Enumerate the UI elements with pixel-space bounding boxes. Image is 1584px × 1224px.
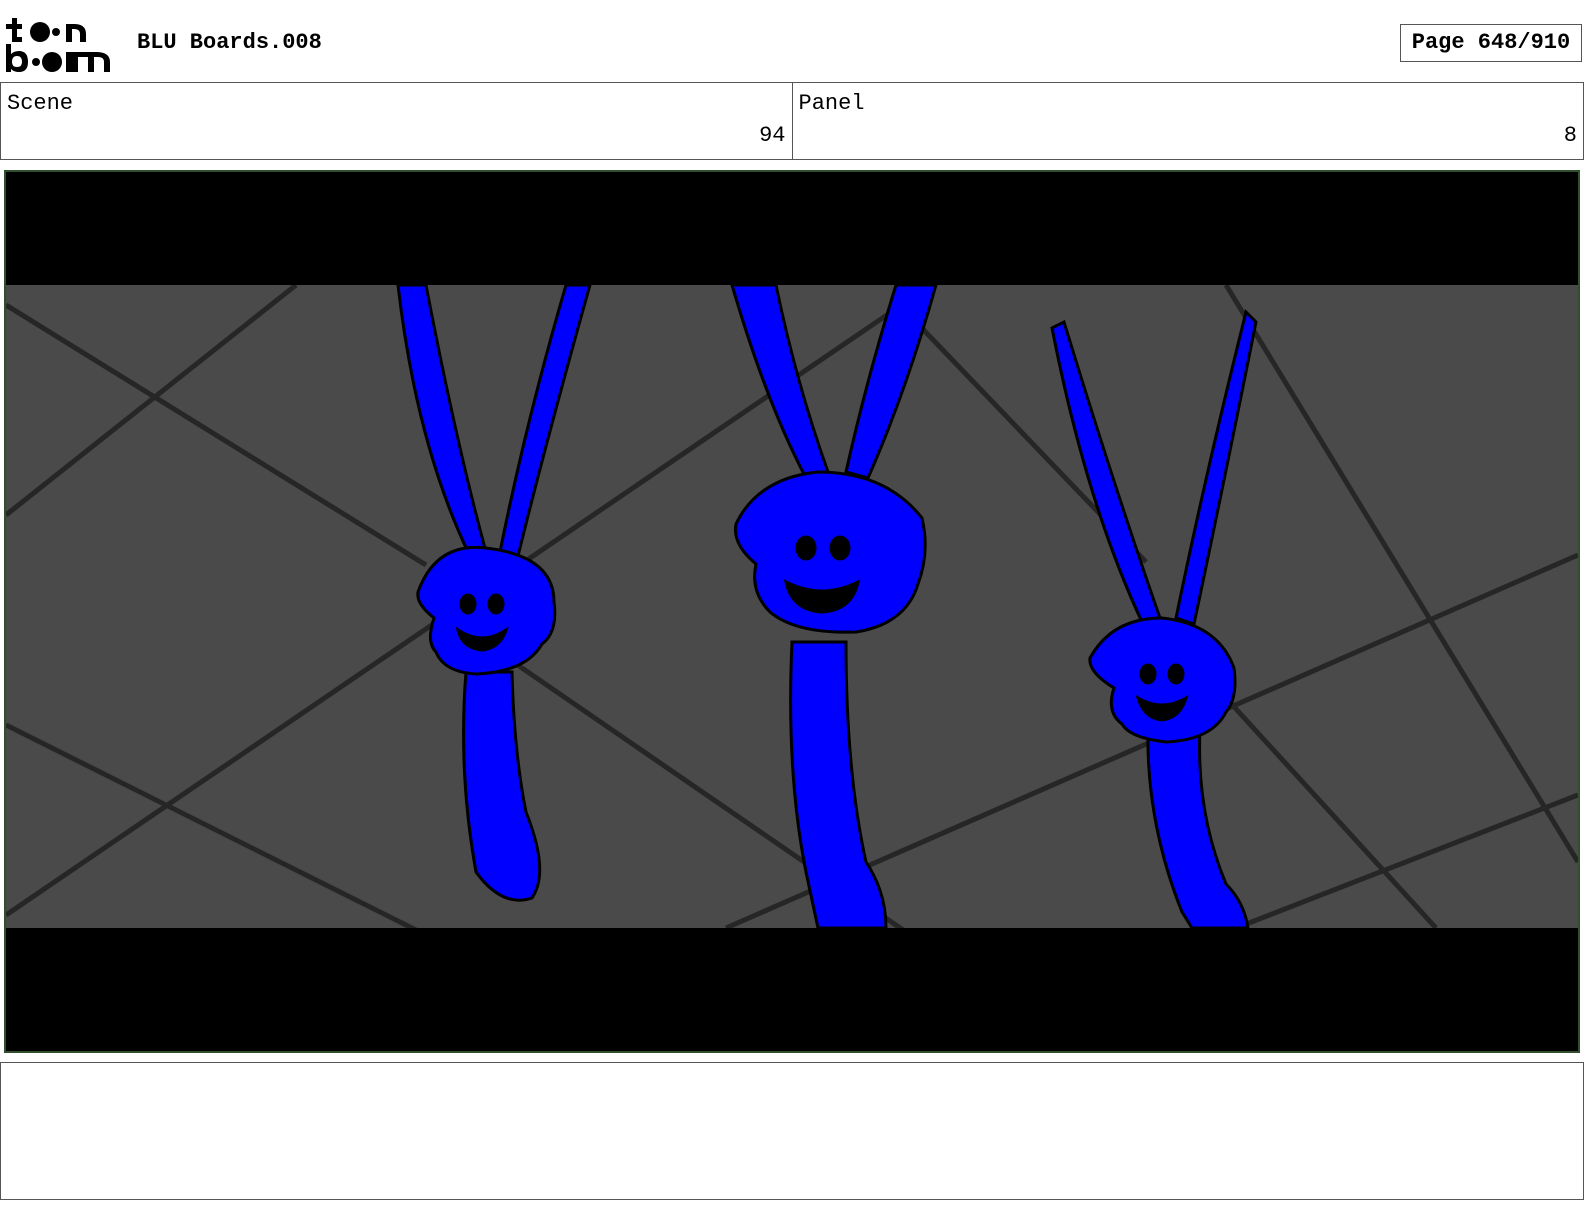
scene-label: Scene xyxy=(7,91,74,116)
panel-value: 8 xyxy=(1563,123,1577,148)
scene-panel-info: Scene 94 Panel 8 xyxy=(0,82,1584,160)
storyboard-panel-image xyxy=(4,170,1580,1053)
letterbox-bottom xyxy=(6,928,1578,1051)
letterbox-top xyxy=(6,172,1578,285)
panel-label: Panel xyxy=(798,91,865,116)
scene-cell: Scene 94 xyxy=(1,83,792,159)
panel-cell: Panel 8 xyxy=(791,83,1584,159)
document-title: BLU Boards.008 xyxy=(137,30,322,55)
scene-value: 94 xyxy=(759,123,786,148)
notes-box xyxy=(0,1062,1584,1200)
page-number: Page 648/910 xyxy=(1400,24,1582,62)
toon-boom-logo xyxy=(4,14,116,74)
